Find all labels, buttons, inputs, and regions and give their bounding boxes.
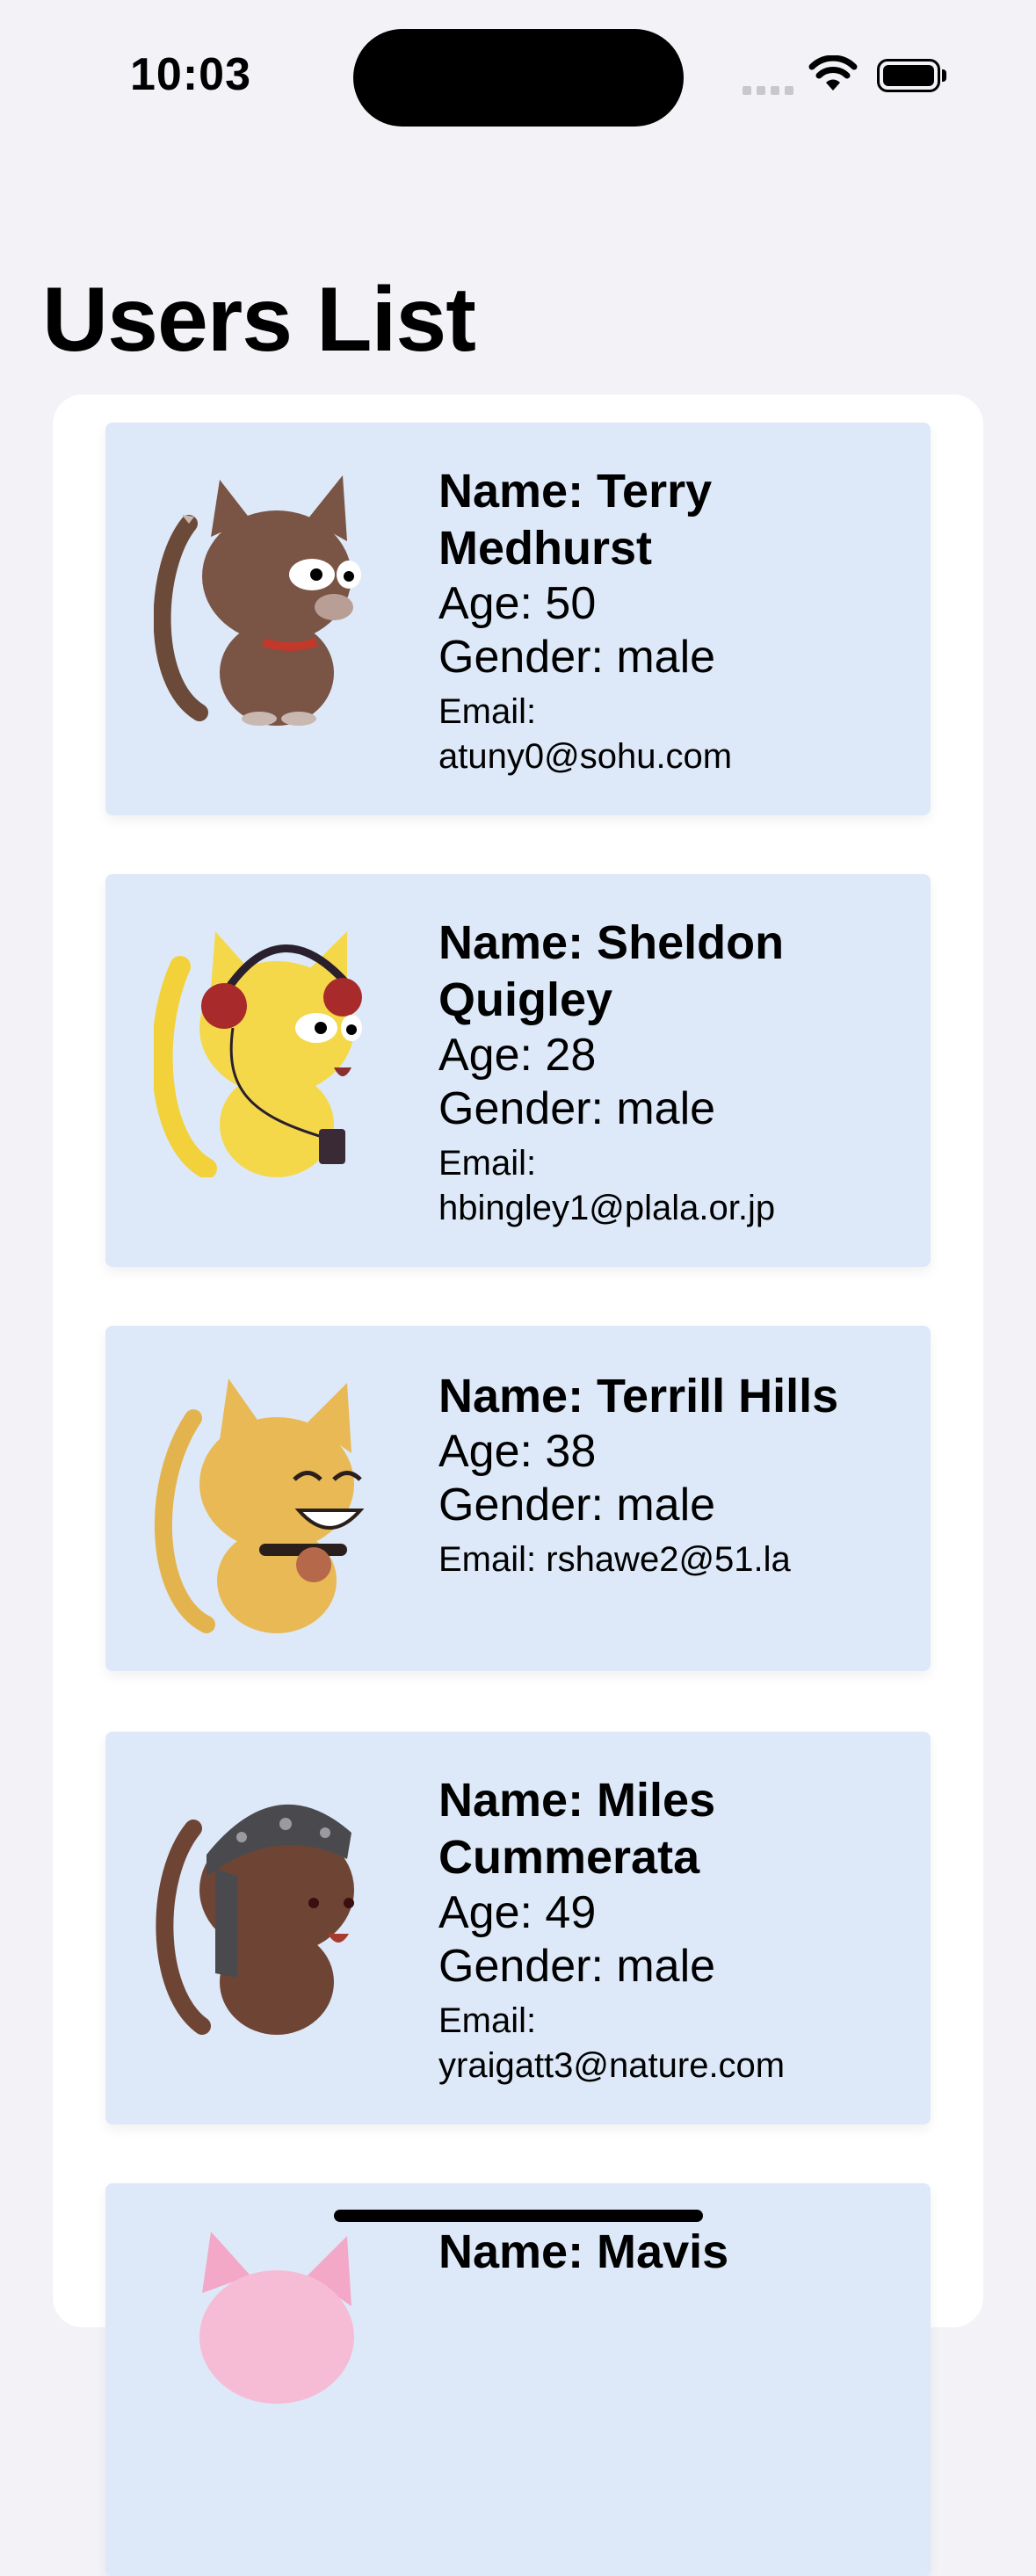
user-gender: Gender: male (438, 1083, 716, 1134)
user-info: Name: Terry Medhurst Age: 50 Gender: mal… (438, 463, 895, 779)
user-info: Name: Terrill Hills Age: 38 Gender: male… (438, 1368, 895, 1582)
user-email-label: Email: (438, 692, 537, 731)
cellular-signal-icon (743, 83, 799, 99)
user-card[interactable]: Name: Terrill Hills Age: 38 Gender: male… (105, 1326, 931, 1671)
user-name: Name: Miles (438, 1774, 716, 1827)
user-card[interactable]: Name: Sheldon Quigley Age: 28 Gender: ma… (105, 874, 931, 1267)
user-email-label: Email: (438, 2001, 537, 2040)
dynamic-island (353, 29, 684, 127)
user-age: Age: 28 (438, 1030, 597, 1081)
status-time: 10:03 (130, 49, 251, 100)
users-list[interactable]: Name: Terry Medhurst Age: 50 Gender: mal… (53, 394, 983, 2576)
user-info: Name: Miles Cummerata Age: 49 Gender: ma… (438, 1772, 895, 2088)
user-gender: Gender: male (438, 632, 716, 683)
user-name: Name: Sheldon (438, 916, 785, 969)
home-indicator[interactable] (334, 2210, 703, 2222)
yellow-cat-headphones-avatar (154, 931, 362, 1177)
brown-cat-avatar (154, 475, 361, 726)
user-info: Name: Mavis (438, 2224, 895, 2281)
user-age: Age: 49 (438, 1887, 597, 1938)
user-age: Age: 38 (438, 1426, 597, 1477)
user-name-continued: Quigley (438, 973, 613, 1026)
user-email[interactable]: Email: rshawe2@51.la (438, 1538, 895, 1582)
battery-icon (877, 59, 940, 92)
user-gender: Gender: male (438, 1480, 716, 1530)
user-email[interactable]: atuny0@sohu.com (438, 734, 895, 779)
user-email[interactable]: hbingley1@plala.or.jp (438, 1186, 895, 1231)
user-name: Name: Mavis (438, 2225, 729, 2278)
user-gender: Gender: male (438, 1941, 716, 1992)
user-card[interactable]: Name: Miles Cummerata Age: 49 Gender: ma… (105, 1732, 931, 2124)
user-email[interactable]: yraigatt3@nature.com (438, 2044, 895, 2088)
user-name-continued: Cummerata (438, 1831, 700, 1884)
user-email-label: Email: (438, 1144, 537, 1183)
page-title: Users List (42, 269, 476, 371)
user-card[interactable]: Name: Terry Medhurst Age: 50 Gender: mal… (105, 423, 931, 815)
golden-cat-avatar (154, 1378, 365, 1633)
wifi-icon (808, 55, 858, 90)
brown-cat-bandana-avatar (156, 1804, 354, 2035)
status-bar: 10:03 (0, 0, 1036, 158)
pink-cat-avatar (199, 2232, 354, 2404)
user-info: Name: Sheldon Quigley Age: 28 Gender: ma… (438, 915, 895, 1231)
user-name: Name: Terry (438, 465, 713, 517)
user-card[interactable]: Name: Mavis (105, 2183, 931, 2576)
user-age: Age: 50 (438, 578, 597, 629)
user-name-continued: Medhurst (438, 522, 652, 575)
user-name: Name: Terrill Hills (438, 1370, 839, 1422)
